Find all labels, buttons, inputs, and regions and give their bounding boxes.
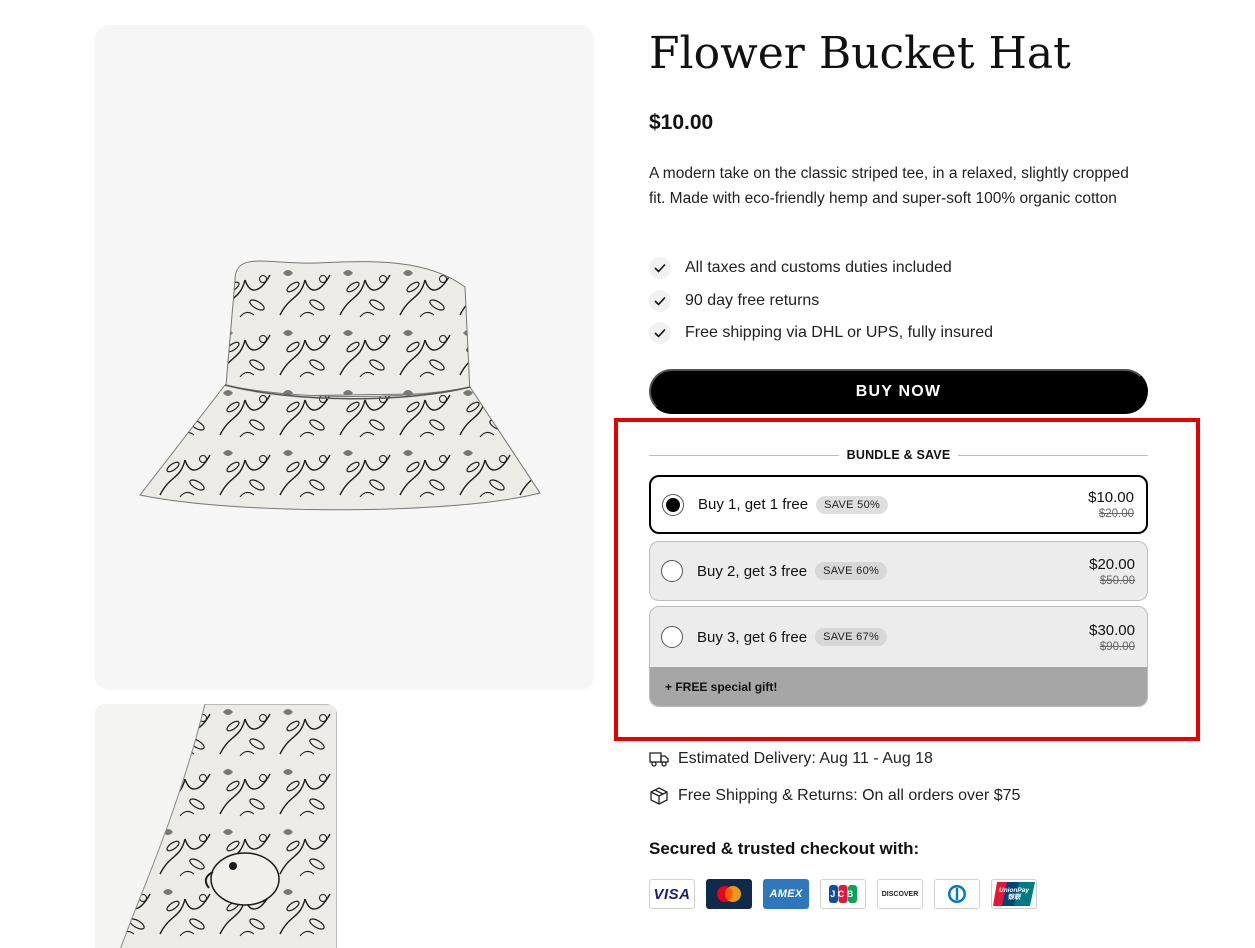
check-icon	[649, 257, 671, 280]
benefit-label: 90 day free returns	[685, 291, 820, 309]
diners-club-icon	[934, 879, 980, 909]
bundle-option-1[interactable]: Buy 1, get 1 free SAVE 50% $10.00 $20.00	[649, 475, 1148, 534]
bundle-price: $10.00	[1088, 489, 1134, 506]
jcb-icon: JCB	[820, 879, 866, 909]
bucket-hat-detail-image	[95, 704, 337, 948]
save-badge: SAVE 67%	[815, 628, 888, 646]
save-badge: SAVE 50%	[816, 495, 889, 514]
benefit-label: Free shipping via DHL or UPS, fully insu…	[685, 324, 993, 342]
benefit-item: Free shipping via DHL or UPS, fully insu…	[649, 317, 1149, 350]
radio-unselected-icon[interactable]	[661, 626, 683, 648]
divider	[958, 454, 1148, 456]
discover-icon: DISCOVER	[877, 879, 923, 909]
bundle-option-title: Buy 1, get 1 free	[698, 496, 809, 513]
benefit-label: All taxes and customs duties included	[685, 259, 952, 277]
product-thumbnail[interactable]	[95, 704, 337, 948]
product-main-image[interactable]	[95, 25, 594, 690]
bundle-compare-price: $50.00	[1099, 574, 1135, 587]
bundle-compare-price: $20.00	[1098, 508, 1134, 520]
bundle-header-label: BUNDLE & SAVE	[846, 448, 951, 462]
benefit-item: 90 day free returns	[649, 285, 1149, 318]
radio-unselected-icon[interactable]	[661, 560, 683, 582]
radio-selected-icon[interactable]	[662, 493, 684, 516]
visa-icon: VISA	[649, 879, 695, 909]
bundle-compare-price: $90.00	[1099, 640, 1135, 653]
product-description: A modern take on the classic striped tee…	[649, 165, 1129, 207]
bundle-option-prices: $10.00 $20.00	[1088, 489, 1134, 520]
check-icon	[649, 322, 671, 345]
unionpay-icon: UnionPay 银联	[991, 879, 1037, 909]
package-icon	[650, 787, 668, 805]
benefits-list: All taxes and customs duties included 90…	[649, 252, 1149, 350]
bundle-price: $20.00	[1089, 555, 1135, 573]
bucket-hat-image	[139, 260, 541, 511]
amex-icon: AMEX	[763, 879, 809, 909]
bundle-option-title: Buy 2, get 3 free	[697, 562, 808, 580]
truck-icon	[649, 752, 669, 767]
bundle-price: $30.00	[1089, 621, 1135, 639]
bundle-option-2[interactable]: Buy 2, get 3 free SAVE 60% $20.00 $50.00	[649, 541, 1148, 601]
free-shipping-returns: Free Shipping & Returns: On all orders o…	[649, 786, 1149, 806]
estimated-delivery: Estimated Delivery: Aug 11 - Aug 18	[649, 750, 1149, 768]
bundle-option-prices: $20.00 $50.00	[1089, 556, 1135, 587]
buy-now-button[interactable]: BUY NOW	[649, 369, 1148, 414]
free-gift-banner: + FREE special gift!	[650, 667, 1147, 706]
mastercard-icon	[706, 879, 752, 909]
bundle-option-3[interactable]: Buy 3, get 6 free SAVE 67% $30.00 $90.00…	[649, 606, 1148, 707]
free-shipping-text: Free Shipping & Returns: On all orders o…	[678, 787, 1021, 804]
payment-methods: VISA AMEX JCB DISCOVER UnionPay 银联	[649, 879, 1037, 909]
product-price: $10.00	[649, 111, 714, 134]
secure-checkout-title: Secured & trusted checkout with:	[649, 839, 920, 858]
bundle-option-title: Buy 3, get 6 free	[697, 628, 808, 646]
bundle-option-prices: $30.00 $90.00	[1089, 622, 1135, 653]
divider	[649, 454, 839, 456]
check-icon	[649, 289, 671, 312]
bundle-header: BUNDLE & SAVE	[649, 446, 1148, 464]
product-title: Flower Bucket Hat	[649, 28, 1071, 79]
benefit-item: All taxes and customs duties included	[649, 252, 1149, 285]
save-badge: SAVE 60%	[815, 562, 888, 580]
estimated-delivery-text: Estimated Delivery: Aug 11 - Aug 18	[678, 750, 933, 767]
